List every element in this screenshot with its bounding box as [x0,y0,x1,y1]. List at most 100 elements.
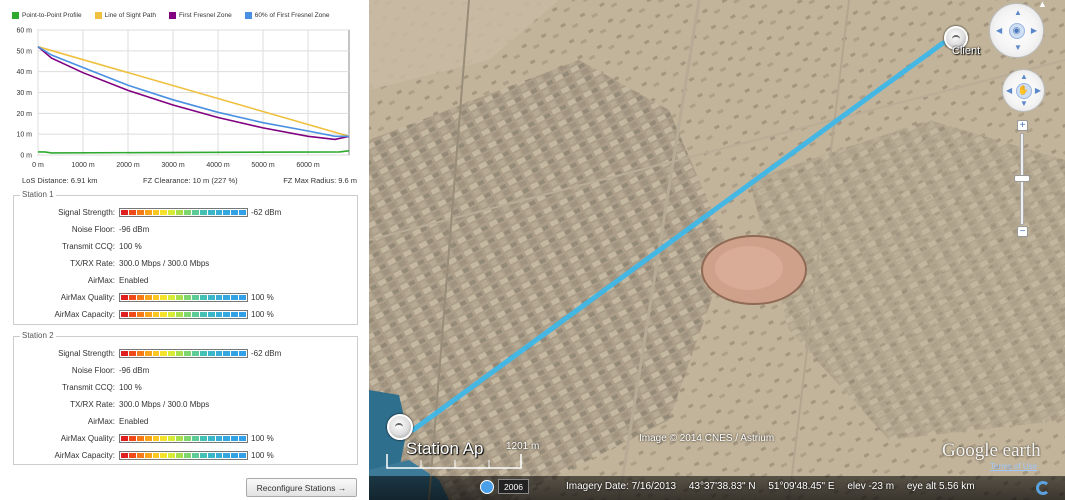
bar-segment [128,350,136,356]
legend-label: Point-to-Point Profile [22,11,82,19]
historical-imagery-icon[interactable] [480,480,494,494]
bar-segment [168,311,176,317]
imagery-year[interactable]: 2006 [498,479,529,494]
station-2-ccq-row: Transmit CCQ: 100 % [14,381,142,393]
bar-segment [191,350,199,356]
bar-segment [239,294,246,300]
legend-label: 60% of First Fresnel Zone [254,11,330,19]
x-tick-label: 5000 m [251,162,275,169]
look-right-arrow-icon[interactable]: ▶ [1031,27,1037,35]
bar-segment [239,311,246,317]
station-1-airmax-row: AirMax: Enabled [14,274,148,286]
bar-segment [207,311,215,317]
x-tick-label: 6000 m [296,162,320,169]
zoom-in-icon[interactable]: + [1017,120,1028,131]
bar-segment [223,294,231,300]
bar-segment [160,209,168,215]
look-joystick[interactable]: ▲ ▼ ◀ ▶ ◉ [989,3,1044,58]
noise-floor-label: Noise Floor: [71,224,115,234]
station-1-rate-row: TX/RX Rate: 300.0 Mbps / 300.0 Mbps [14,257,209,269]
move-up-arrow-icon[interactable]: ▲ [1020,73,1028,81]
satellite-map[interactable]: Client Station Ap 1201 m Image © 2014 CN… [369,0,1065,500]
north-up-icon[interactable]: ▲ [1038,0,1047,9]
bar-segment [184,209,191,215]
legend-item-los: Line of Sight Path [94,11,156,19]
bar-segment [239,209,246,215]
bar-segment [231,294,239,300]
bar-segment [191,311,199,317]
airmax-capacity-value: 100 % [251,450,274,460]
bar-segment [176,452,183,458]
bar-segment [191,452,199,458]
legend-swatch [12,11,19,19]
signal-strength-bar [119,348,248,358]
station-2-airmax-row: AirMax: Enabled [14,415,148,427]
terms-of-use-link[interactable]: Terms of Use [990,462,1037,471]
noise-floor-label: Noise Floor: [71,365,115,375]
airmax-quality-value: 100 % [251,292,274,302]
map-scale-bar [386,454,522,469]
y-tick-label: 60 m [16,28,32,35]
bar-segment [239,435,246,441]
bar-segment [223,311,231,317]
x-tick-label: 3000 m [161,162,185,169]
look-left-arrow-icon[interactable]: ◀ [996,27,1002,35]
airmax-value: Enabled [119,416,149,426]
bar-segment [215,294,223,300]
bar-segment [215,209,223,215]
zoom-out-icon[interactable]: − [1017,226,1028,237]
map-status-text: Imagery Date: 7/16/2013 43°37'38.83" N 5… [566,481,985,492]
bar-segment [215,311,223,317]
reconfigure-stations-button[interactable]: Reconfigure Stations → [246,478,357,497]
look-down-arrow-icon[interactable]: ▼ [1014,44,1022,52]
station-2-rate-row: TX/RX Rate: 300.0 Mbps / 300.0 Mbps [14,398,209,410]
bar-segment [168,452,176,458]
bar-segment [176,435,183,441]
bar-segment [207,294,215,300]
bar-segment [121,452,128,458]
move-joystick[interactable]: ▲ ▼ ◀ ▶ ✋ [1002,69,1045,112]
legend-swatch [168,11,176,19]
bar-segment [136,350,144,356]
bar-segment [239,452,246,458]
bar-segment [215,452,223,458]
bar-segment [152,435,160,441]
legend-swatch [94,11,102,19]
link-planner-panel: Point-to-Point Profile Line of Sight Pat… [0,0,368,500]
station-1-ccq-row: Transmit CCQ: 100 % [14,240,142,252]
station-2-capacity-row: AirMax Capacity: 100 % [14,449,274,461]
legend-item-profile: Point-to-Point Profile [12,11,82,19]
legend-item-fresnel: First Fresnel Zone [168,11,232,19]
bar-segment [191,209,199,215]
bar-segment [168,435,176,441]
bar-segment [199,350,207,356]
bar-segment [223,209,231,215]
streaming-progress-icon [1036,481,1050,495]
latitude: 43°37'38.83" N [688,481,756,492]
bar-segment [128,435,136,441]
bar-segment [168,209,176,215]
x-tick-label: 0 m [32,162,44,169]
bar-segment [184,311,191,317]
zoom-thumb[interactable] [1014,175,1030,182]
bar-segment [199,452,207,458]
zoom-slider[interactable]: + − [1014,120,1030,240]
move-right-arrow-icon[interactable]: ▶ [1035,87,1041,95]
look-up-arrow-icon[interactable]: ▲ [1014,9,1022,17]
fresnel-profile-chart: 0 m 10 m 20 m 30 m 40 m 50 m 60 m 0 m 1000 m 2000… [16,28,350,169]
bar-segment [128,311,136,317]
airmax-capacity-bar [119,309,248,319]
bar-segment [136,311,144,317]
y-tick-label: 20 m [16,111,32,118]
bar-segment [144,209,152,215]
txrx-rate-value: 300.0 Mbps / 300.0 Mbps [119,258,210,268]
bar-segment [231,452,239,458]
station-ap-placemark[interactable] [387,414,413,440]
bar-segment [168,294,176,300]
station-2-signal-row: Signal Strength: -62 dBm [14,347,281,359]
move-down-arrow-icon[interactable]: ▼ [1020,100,1028,108]
airmax-capacity-value: 100 % [251,309,274,319]
bar-segment [136,435,144,441]
move-left-arrow-icon[interactable]: ◀ [1006,87,1012,95]
airmax-quality-bar [119,433,248,443]
